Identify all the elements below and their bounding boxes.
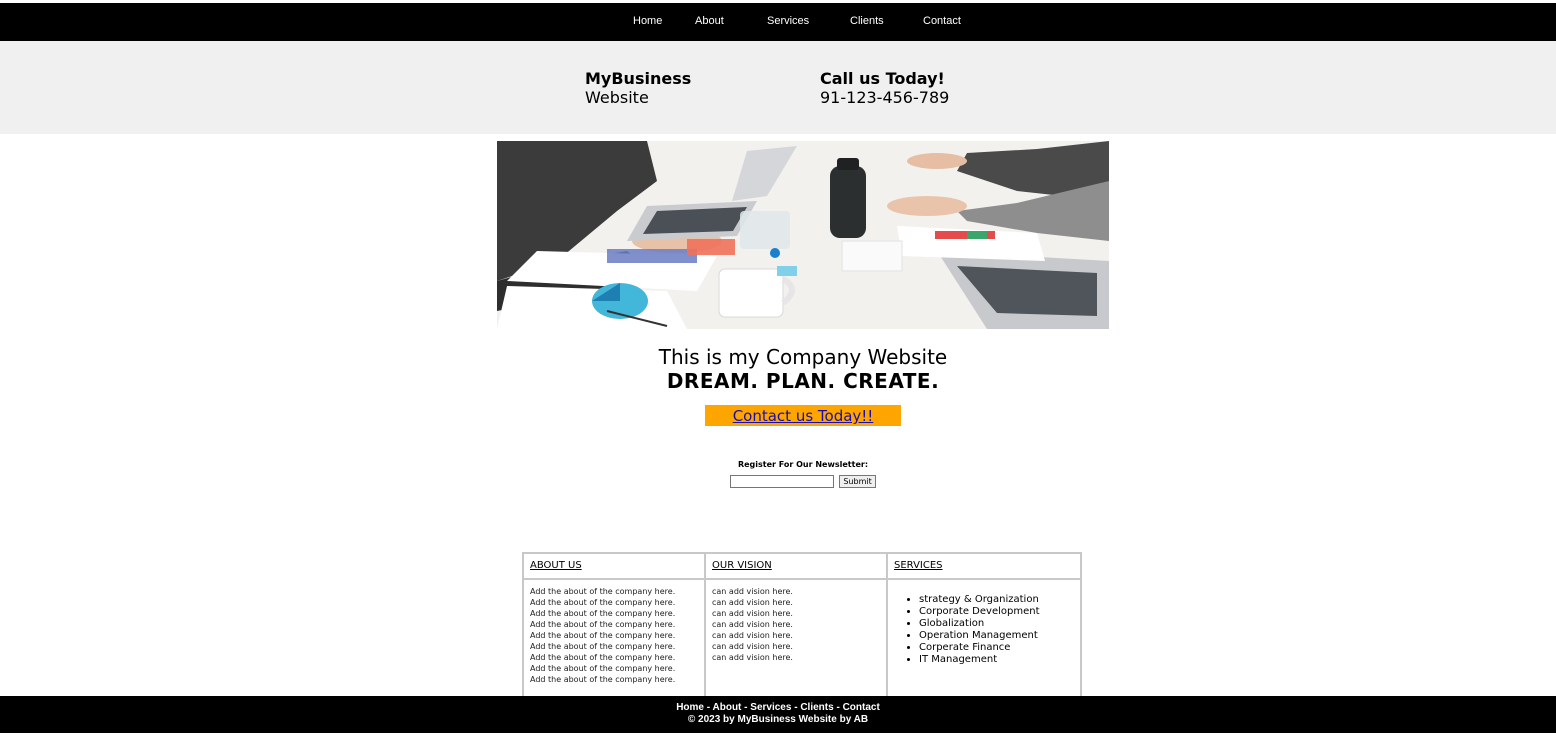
vision-line: can add vision here.: [712, 631, 793, 640]
top-nav: Home About Services Clients Contact: [0, 3, 1556, 41]
about-cell: Add the about of the company here. Add th…: [522, 578, 706, 704]
info-body-row: Add the about of the company here. Add th…: [522, 578, 1082, 704]
brand-subtitle: Website: [585, 88, 649, 107]
about-line: Add the about of the company here.: [530, 609, 676, 618]
copyright: © 2023 by MyBusiness Website by AB: [687, 714, 869, 725]
service-item: strategy & Organization: [919, 594, 1074, 606]
footer-links: Home - About - Services - Clients - Cont…: [0, 702, 1556, 714]
footer-clients[interactable]: Clients: [800, 702, 833, 713]
info-table: ABOUT US OUR VISION SERVICES Add the abo…: [522, 552, 1082, 704]
nav-clients[interactable]: Clients: [850, 15, 884, 27]
tagline-line2: DREAM. PLAN. CREATE.: [666, 369, 940, 393]
vision-line: can add vision here.: [712, 609, 793, 618]
services-list: strategy & OrganizationCorporate Develop…: [894, 594, 1074, 666]
footer-services[interactable]: Services: [750, 702, 791, 713]
nav-about[interactable]: About: [695, 15, 724, 27]
service-item: Globalization: [919, 618, 1074, 630]
footer-separator: -: [741, 702, 751, 713]
footer-separator: -: [791, 702, 801, 713]
footer-about[interactable]: About: [713, 702, 742, 713]
brand-title: MyBusiness: [585, 69, 692, 88]
footer-contact[interactable]: Contact: [843, 702, 880, 713]
about-line: Add the about of the company here.: [530, 587, 676, 596]
brand: MyBusiness Website: [585, 69, 691, 107]
contact-us-link[interactable]: Contact us Today!!: [733, 407, 874, 425]
vision-line: can add vision here.: [712, 642, 793, 651]
nav-contact[interactable]: Contact: [923, 15, 961, 27]
about-line: Add the about of the company here.: [530, 664, 676, 673]
services-cell: strategy & OrganizationCorporate Develop…: [886, 578, 1082, 704]
hero-image: [497, 141, 1109, 329]
newsletter-form: Register For Our Newsletter: Submit: [0, 460, 1556, 490]
call-us: Call us Today! 91-123-456-789: [820, 69, 949, 107]
header-band: MyBusiness Website Call us Today! 91-123…: [0, 41, 1556, 134]
tagline: This is my Company Website DREAM. PLAN. …: [0, 345, 1556, 393]
footer-home[interactable]: Home: [676, 702, 704, 713]
service-item: Operation Management: [919, 630, 1074, 642]
services-header: SERVICES: [886, 552, 1082, 580]
our-vision-heading[interactable]: OUR VISION: [712, 560, 772, 571]
meeting-table-illustration: [497, 141, 1109, 329]
call-us-title: Call us Today!: [820, 69, 945, 88]
about-line: Add the about of the company here.: [530, 653, 676, 662]
vision-line: can add vision here.: [712, 653, 793, 662]
vision-header: OUR VISION: [704, 552, 888, 580]
about-header: ABOUT US: [522, 552, 706, 580]
footer-separator: -: [703, 702, 713, 713]
vision-line: can add vision here.: [712, 587, 793, 596]
vision-text: can add vision here. can add vision here.…: [712, 580, 880, 663]
about-line: Add the about of the company here.: [530, 631, 676, 640]
about-line: Add the about of the company here.: [530, 642, 676, 651]
services-heading[interactable]: SERVICES: [894, 560, 943, 571]
newsletter-email-input[interactable]: [730, 475, 835, 488]
phone-number: 91-123-456-789: [820, 88, 950, 107]
about-line: Add the about of the company here.: [530, 598, 676, 607]
about-text: Add the about of the company here. Add th…: [530, 580, 698, 685]
vision-line: can add vision here.: [712, 598, 793, 607]
about-us-heading[interactable]: ABOUT US: [530, 560, 582, 571]
footer: Home - About - Services - Clients - Cont…: [0, 696, 1556, 733]
tagline-line1: This is my Company Website: [658, 345, 948, 369]
newsletter-label: Register For Our Newsletter:: [737, 460, 869, 469]
vision-cell: can add vision here. can add vision here.…: [704, 578, 888, 704]
service-item: Corporate Development: [919, 606, 1074, 618]
nav-home[interactable]: Home: [633, 15, 662, 27]
footer-separator: -: [833, 702, 843, 713]
info-header-row: ABOUT US OUR VISION SERVICES: [522, 552, 1082, 580]
service-item: Corperate Finance: [919, 642, 1074, 654]
cta-box: Contact us Today!!: [705, 405, 901, 426]
about-line: Add the about of the company here.: [530, 675, 676, 684]
submit-button[interactable]: Submit: [839, 475, 876, 488]
about-line: Add the about of the company here.: [530, 620, 676, 629]
nav-services[interactable]: Services: [767, 15, 809, 27]
service-item: IT Management: [919, 654, 1074, 666]
vision-line: can add vision here.: [712, 620, 793, 629]
